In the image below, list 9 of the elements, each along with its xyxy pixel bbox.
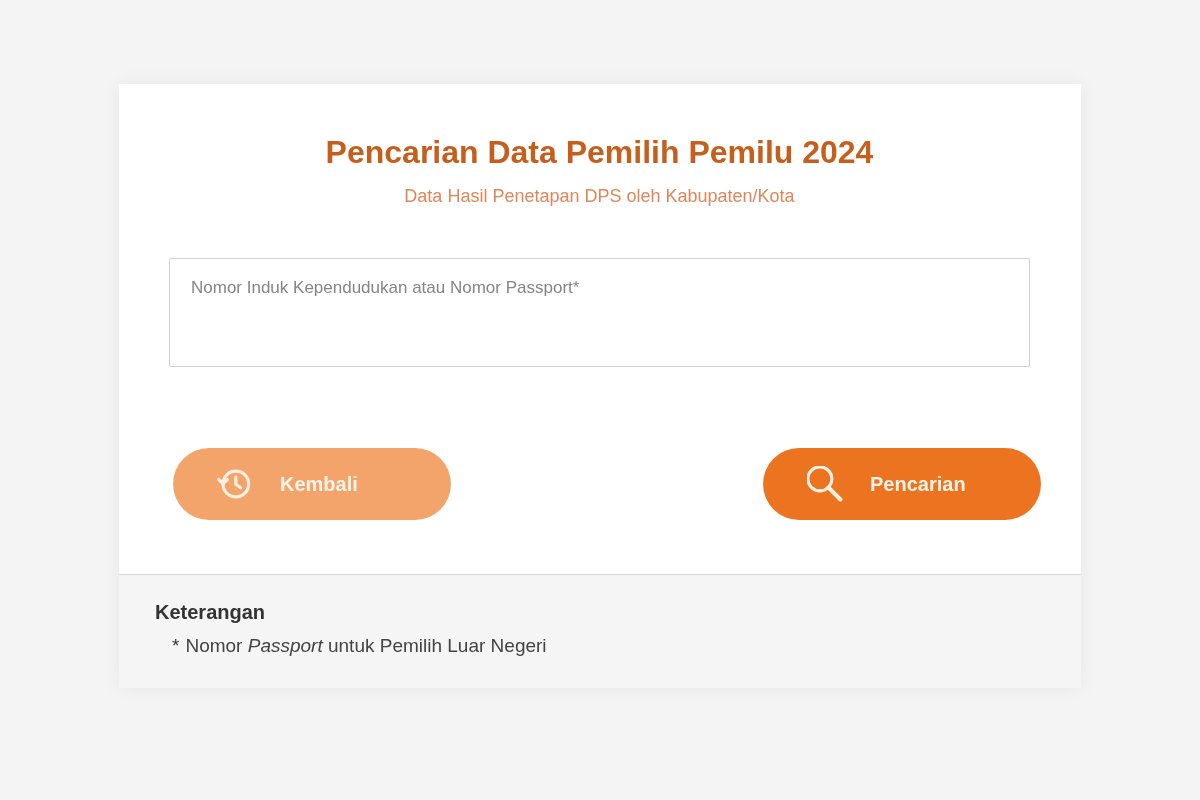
note-text: Nomor Passport untuk Pemilih Luar Negeri xyxy=(185,634,547,658)
page-title: Pencarian Data Pemilih Pemilu 2024 xyxy=(325,133,874,172)
back-button[interactable]: Kembali xyxy=(173,448,451,520)
search-icon xyxy=(807,466,843,502)
page-subtitle: Data Hasil Penetapan DPS oleh Kabupaten/Kota xyxy=(404,185,795,208)
note-asterisk: * xyxy=(172,634,180,658)
search-button[interactable]: Pencarian xyxy=(763,448,1041,520)
input-field[interactable]: Nomor Induk Kependudukan atau Nomor Passport* xyxy=(169,258,1030,367)
info-heading: Keterangan xyxy=(155,600,267,625)
